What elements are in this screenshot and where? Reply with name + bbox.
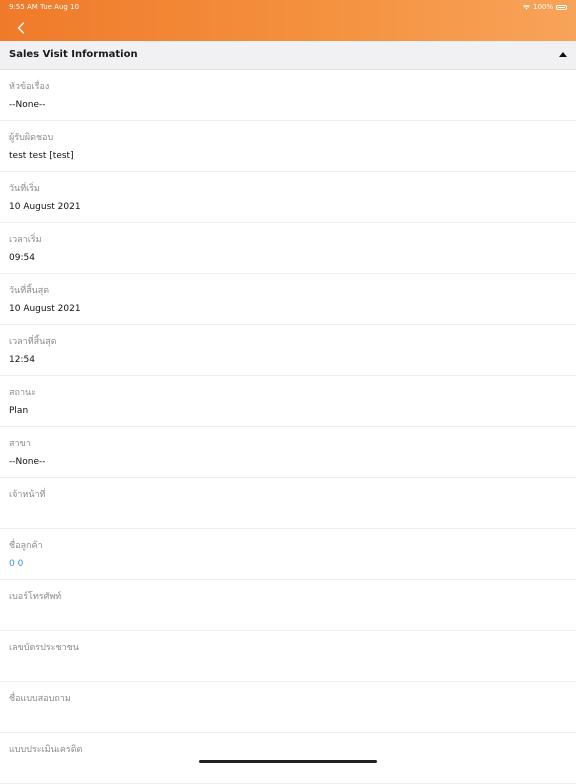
field-row-end-time[interactable]: เวลาที่สิ้นสุด 12:54: [0, 325, 576, 376]
home-indicator: [199, 760, 377, 763]
field-value: --None--: [9, 100, 46, 110]
battery-icon: [556, 4, 567, 10]
field-label: ผู้รับผิดชอบ: [9, 133, 54, 143]
battery-percent: 100%: [532, 3, 553, 11]
field-row-owner[interactable]: ผู้รับผิดชอบ test test [test]: [0, 121, 576, 172]
field-row-subject[interactable]: หัวข้อเรื่อง --None--: [0, 70, 576, 121]
field-row-officer[interactable]: เจ้าหน้าที่: [0, 478, 576, 529]
top-navigation-bar: 9:55 AM Tue Aug 10 100%: [0, 0, 576, 41]
chevron-left-icon: [17, 22, 25, 34]
field-row-end-date[interactable]: วันที่สิ้นสุด 10 August 2021: [0, 274, 576, 325]
field-label: สถานะ: [9, 388, 36, 398]
field-label: เบอร์โทรศัพท์: [9, 592, 62, 602]
field-label: วันที่สิ้นสุด: [9, 286, 50, 296]
section-header[interactable]: Sales Visit Information: [0, 41, 576, 70]
section-title: Sales Visit Information: [9, 49, 138, 60]
wifi-icon: [522, 4, 530, 10]
field-label: ชื่อลูกค้า: [9, 541, 43, 551]
field-value: Plan: [9, 406, 29, 416]
field-label: ชื่อแบบสอบถาม: [9, 694, 71, 704]
field-label: เวลาเริ่ม: [9, 235, 42, 245]
field-label: สาขา: [9, 439, 31, 449]
customer-link[interactable]: 0 0: [9, 559, 23, 569]
field-row-questionnaire[interactable]: ชื่อแบบสอบถาม: [0, 682, 576, 733]
field-value: test test [test]: [9, 151, 74, 161]
field-value: 10 August 2021: [9, 304, 81, 314]
field-value: --None--: [9, 457, 46, 467]
status-icons: 100%: [522, 3, 567, 11]
field-row-customer-name[interactable]: ชื่อลูกค้า 0 0: [0, 529, 576, 580]
field-row-branch[interactable]: สาขา --None--: [0, 427, 576, 478]
field-row-status[interactable]: สถานะ Plan: [0, 376, 576, 427]
field-label: เจ้าหน้าที่: [9, 490, 46, 500]
field-row-credit-assessment[interactable]: แบบประเมินเครดิต: [0, 733, 576, 784]
field-value: 10 August 2021: [9, 202, 81, 212]
field-row-start-date[interactable]: วันที่เริ่ม 10 August 2021: [0, 172, 576, 223]
field-row-phone[interactable]: เบอร์โทรศัพท์: [0, 580, 576, 631]
field-label: แบบประเมินเครดิต: [9, 745, 83, 755]
field-label: เลขบัตรประชาชน: [9, 643, 79, 653]
field-value: 09:54: [9, 253, 35, 263]
caret-up-icon[interactable]: [559, 52, 567, 57]
field-label: หัวข้อเรื่อง: [9, 82, 50, 92]
field-label: เวลาที่สิ้นสุด: [9, 337, 57, 347]
field-row-start-time[interactable]: เวลาเริ่ม 09:54: [0, 223, 576, 274]
field-label: วันที่เริ่ม: [9, 184, 40, 194]
status-time: 9:55 AM Tue Aug 10: [9, 3, 79, 11]
field-row-id-card[interactable]: เลขบัตรประชาชน: [0, 631, 576, 682]
field-list: หัวข้อเรื่อง --None-- ผู้รับผิดชอบ test …: [0, 70, 576, 784]
back-button[interactable]: [13, 20, 29, 36]
field-value: 12:54: [9, 355, 35, 365]
